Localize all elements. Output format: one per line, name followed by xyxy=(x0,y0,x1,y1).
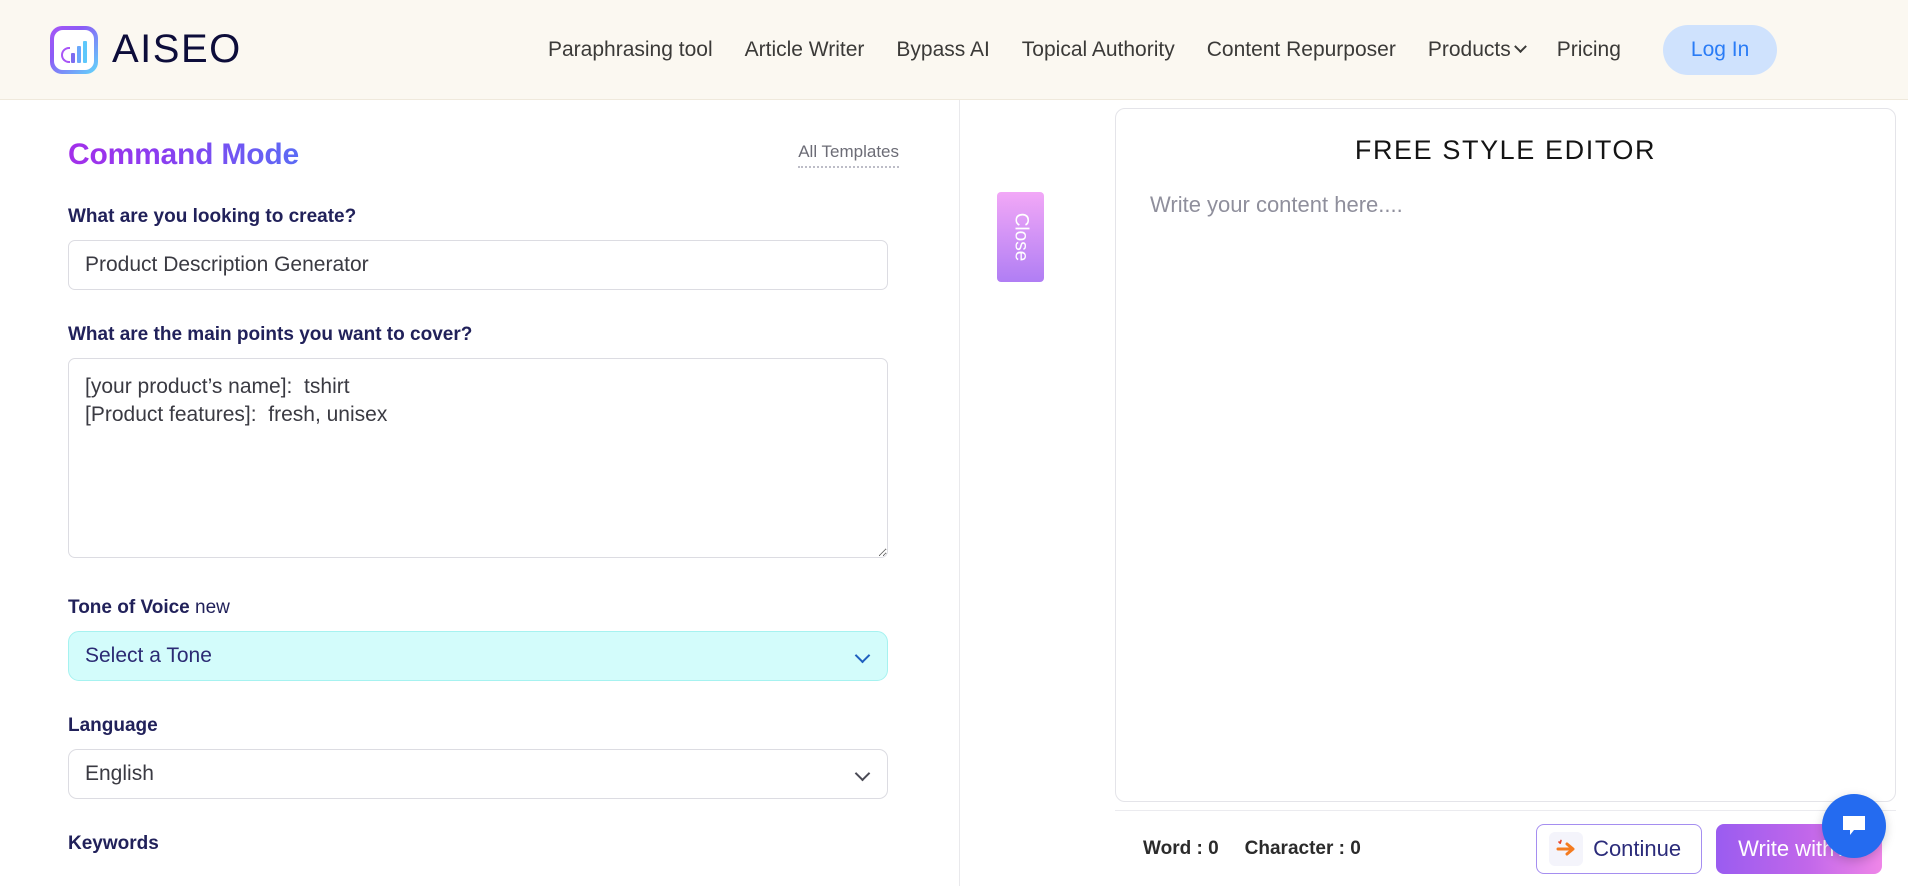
language-select-wrapper: English xyxy=(68,749,888,799)
panel-gap: Close xyxy=(960,100,1115,886)
character-count: Character : 0 xyxy=(1244,837,1361,859)
brand-logo[interactable]: AISEO xyxy=(50,25,242,74)
nav-link-label: Content Repurposer xyxy=(1206,37,1396,61)
tone-new-badge: new xyxy=(195,597,230,618)
editor-status-bar: Word : 0 Character : 0 Continue Write wi… xyxy=(1115,810,1896,886)
editor-panel: FREE STYLE EDITOR Write your content her… xyxy=(1115,100,1908,886)
language-select-value: English xyxy=(85,762,154,785)
nav-link-paraphrasing-tool[interactable]: Paraphrasing tool xyxy=(548,38,713,62)
nav-link-products[interactable]: Products xyxy=(1427,37,1527,62)
page-title: Command Mode xyxy=(68,138,299,171)
chevron-down-icon xyxy=(1513,40,1527,54)
magic-arrow-icon xyxy=(1549,831,1584,866)
nav-link-label: Pricing xyxy=(1556,37,1621,61)
editor-content-area[interactable]: Write your content here.... xyxy=(1150,192,1861,218)
editor-card: FREE STYLE EDITOR Write your content her… xyxy=(1115,108,1896,802)
nav-link-label: Bypass AI xyxy=(896,37,990,61)
tone-select-value: Select a Tone xyxy=(85,644,212,667)
nav-links: Paraphrasing tool Article Writer Bypass … xyxy=(548,24,1778,75)
nav-link-topical-authority[interactable]: Topical Authority xyxy=(1022,38,1175,62)
all-templates-link[interactable]: All Templates xyxy=(798,142,899,168)
nav-link-pricing[interactable]: Pricing xyxy=(1557,38,1621,62)
panel-header: Command Mode All Templates xyxy=(68,138,899,172)
tone-select[interactable]: Select a Tone xyxy=(68,631,888,681)
nav-link-bypass-ai[interactable]: Bypass AI xyxy=(896,38,989,62)
tone-label-text: Tone of Voice xyxy=(68,597,190,618)
close-panel-tab[interactable]: Close xyxy=(997,192,1044,282)
continue-button-label: Continue xyxy=(1593,835,1682,861)
tone-select-wrapper: Select a Tone xyxy=(68,631,888,681)
close-tab-label: Close xyxy=(1010,212,1032,262)
create-field-label: What are you looking to create? xyxy=(68,206,357,227)
aiseo-logo-icon xyxy=(50,25,98,74)
chat-widget-button[interactable] xyxy=(1822,794,1886,858)
tone-field-label: Tone of Voice new xyxy=(68,597,899,619)
nav-link-label: Products xyxy=(1427,37,1511,61)
main-stage: Command Mode All Templates What are you … xyxy=(0,100,1908,886)
keywords-field-label: Keywords xyxy=(68,833,159,854)
continue-button[interactable]: Continue xyxy=(1536,823,1703,874)
nav-link-article-writer[interactable]: Article Writer xyxy=(745,38,865,62)
nav-link-label: Paraphrasing tool xyxy=(548,37,713,61)
language-select[interactable]: English xyxy=(68,749,888,799)
main-points-textarea[interactable]: [your product’s name]: tshirt [Product f… xyxy=(68,358,888,558)
login-button[interactable]: Log In xyxy=(1662,24,1778,75)
editor-title: FREE STYLE EDITOR xyxy=(1354,135,1657,165)
word-count: Word : 0 xyxy=(1143,837,1219,859)
brand-name: AISEO xyxy=(112,27,242,71)
language-field-label: Language xyxy=(68,715,158,736)
top-navigation-bar: AISEO Paraphrasing tool Article Writer B… xyxy=(0,0,1908,100)
main-points-field-label: What are the main points you want to cov… xyxy=(68,324,473,345)
command-mode-panel: Command Mode All Templates What are you … xyxy=(0,100,960,886)
nav-link-label: Topical Authority xyxy=(1021,37,1175,61)
create-input[interactable] xyxy=(68,240,888,290)
nav-link-content-repurposer[interactable]: Content Repurposer xyxy=(1207,38,1396,62)
nav-link-label: Article Writer xyxy=(744,37,865,61)
chat-bubble-icon xyxy=(1843,816,1865,835)
